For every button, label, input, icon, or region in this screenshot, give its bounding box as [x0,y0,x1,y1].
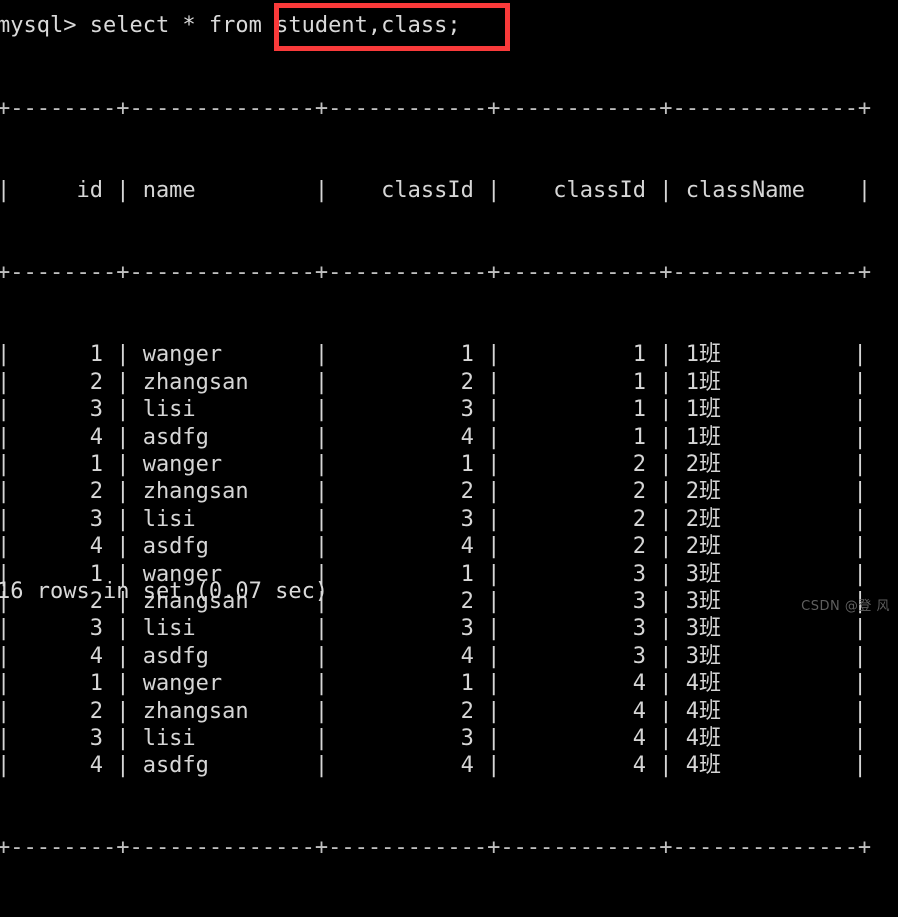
table-row: | 3 | lisi | 3 | 1 | 1班 | [0,397,867,423]
rows-in-set-status: 16 rows in set (0.07 sec) [0,579,329,604]
table-row: | 1 | wanger | 1 | 4 | 4班 | [0,671,867,697]
table-row: | 4 | asdfg | 4 | 1 | 1班 | [0,424,867,450]
terminal-window[interactable]: mysql> select * from student,class; +---… [0,0,898,860]
table-separator-bottom: +--------+--------------+------------+--… [0,835,872,861]
csdn-watermark: CSDN @登 风 [801,598,890,614]
table-row: | 4 | asdfg | 4 | 2 | 2班 | [0,534,867,560]
table-row: | 2 | zhangsan | 2 | 4 | 4班 | [0,698,867,724]
table-row: | 2 | zhangsan | 2 | 1 | 1班 | [0,369,867,395]
table-separator-mid: +--------+--------------+------------+--… [0,260,872,286]
table-header-row: | id | name | classId | classId | classN… [0,178,872,204]
table-row: | 4 | asdfg | 4 | 4 | 4班 | [0,753,867,779]
table-row: | 3 | lisi | 3 | 4 | 4班 | [0,725,867,751]
table-body: | 1 | wanger | 1 | 1 | 1班 | | 2 | zhangsa… [0,341,871,779]
table-row: | 3 | lisi | 3 | 2 | 2班 | [0,506,867,532]
table-separator-top: +--------+--------------+------------+--… [0,95,872,121]
table-row: | 3 | lisi | 3 | 3 | 3班 | [0,616,867,642]
table-row: | 2 | zhangsan | 2 | 2 | 2班 | [0,479,867,505]
table-row: | 4 | asdfg | 4 | 3 | 3班 | [0,643,867,669]
mysql-prompt-line: mysql> select * from student,class; [0,13,461,38]
query-result-table: +--------+--------------+------------+--… [0,40,871,917]
table-row: | 1 | wanger | 1 | 2 | 2班 | [0,451,867,477]
table-row: | 1 | wanger | 1 | 1 | 1班 | [0,342,867,368]
